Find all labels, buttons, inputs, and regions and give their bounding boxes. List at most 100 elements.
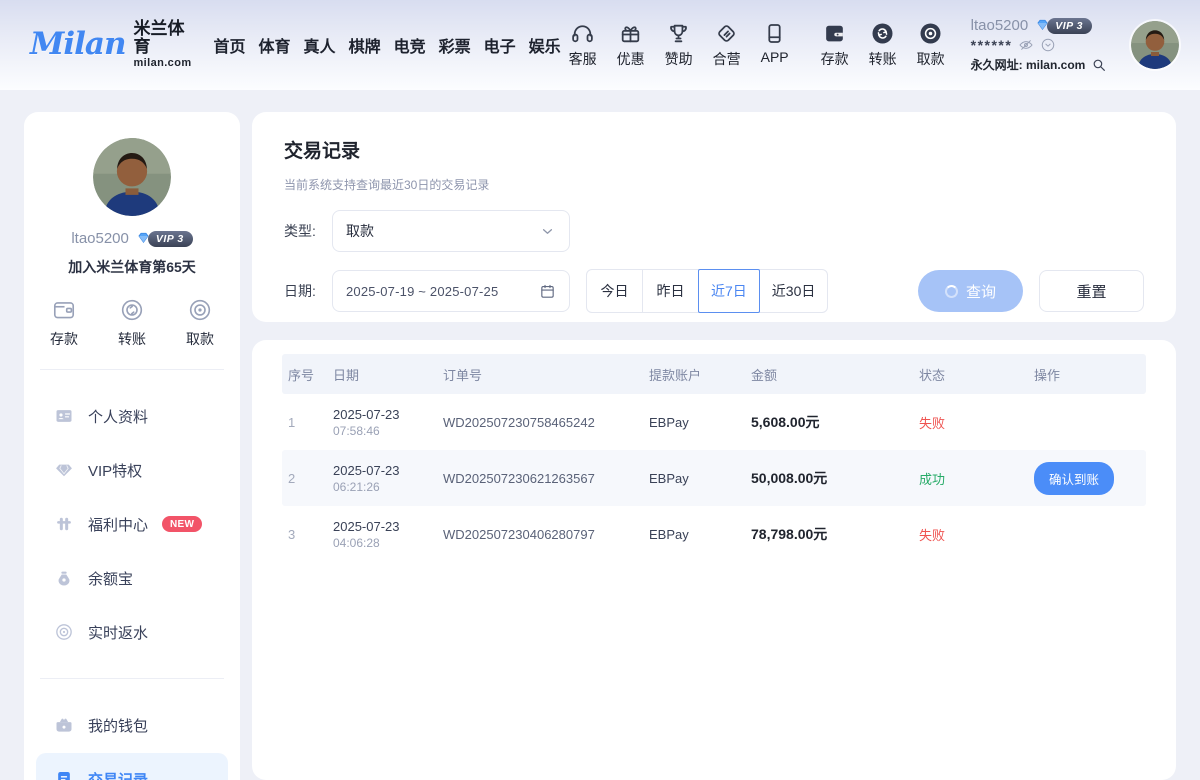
- eye-off-icon[interactable]: [1018, 37, 1034, 53]
- header-quick-links: 客服 优惠 赞助 合营 APP: [561, 21, 797, 69]
- sidebar-item-rebate[interactable]: 实时返水: [36, 606, 228, 658]
- permanent-url: 永久网址: milan.com: [971, 56, 1086, 73]
- sidebar-item-transactions[interactable]: 交易记录: [36, 753, 228, 780]
- nav-entertainment[interactable]: 娱乐: [529, 33, 561, 57]
- cell-status: 失败: [919, 413, 1034, 432]
- refresh-chevron-icon[interactable]: [1040, 37, 1056, 53]
- header-right: 客服 优惠 赞助 合营 APP 存款 转账 取款 ltao5200 VIP 3: [561, 17, 1179, 73]
- filters-card: 交易记录 当前系统支持查询最近30日的交易记录 类型: 取款 日期: 2025-…: [252, 112, 1176, 322]
- quick-date-last30[interactable]: 近30日: [759, 269, 829, 313]
- search-icon[interactable]: [1091, 57, 1107, 73]
- table-header-row: 序号日期订单号提款账户金额状态操作: [282, 354, 1146, 394]
- sidebar: ltao5200 VIP 3 加入米兰体育第65天 存款 转账 取款 个人资料 …: [24, 112, 240, 780]
- type-select-value: 取款: [346, 221, 374, 241]
- new-badge: NEW: [162, 516, 202, 532]
- vip-level-label: VIP 3: [1047, 18, 1092, 34]
- table-body: 1 2025-07-23 07:58:46 WD2025072307584652…: [282, 394, 1146, 562]
- chevron-down-icon: [539, 223, 556, 240]
- main-nav: 首页体育真人棋牌电竞彩票电子娱乐: [214, 33, 561, 57]
- withdraw-dark-icon: [918, 21, 943, 46]
- quick-date-last7[interactable]: 近7日: [698, 269, 760, 313]
- headset-icon: [570, 21, 595, 46]
- trophy-icon: [666, 21, 691, 46]
- filter-actions: 查询 重置: [918, 270, 1144, 312]
- gift-bars-icon: [54, 514, 74, 534]
- header-link-support[interactable]: 客服: [561, 21, 605, 69]
- quick-date-yesterday[interactable]: 昨日: [642, 269, 699, 313]
- logo-cn-name: 米兰体育: [134, 19, 185, 56]
- nav-sports[interactable]: 体育: [259, 33, 291, 57]
- joined-days-text: 加入米兰体育第65天: [24, 257, 240, 277]
- cell-date: 2025-07-23 06:21:26: [333, 463, 443, 494]
- doc-icon: [54, 769, 74, 780]
- cell-index: 2: [288, 471, 333, 486]
- column-header-index: 序号: [288, 365, 333, 384]
- header-link-sponsor[interactable]: 赞助: [657, 21, 701, 69]
- column-header-date: 日期: [333, 365, 443, 384]
- purse-icon: [54, 715, 74, 735]
- sidebar-item-welfare[interactable]: 福利中心 NEW: [36, 498, 228, 550]
- query-button-label: 查询: [966, 281, 996, 302]
- nav-live-casino[interactable]: 真人: [304, 33, 336, 57]
- masked-balance: ******: [971, 37, 1013, 53]
- user-avatar[interactable]: [1131, 21, 1179, 69]
- confirm-arrival-button[interactable]: 确认到账: [1034, 462, 1114, 495]
- cell-date: 2025-07-23 04:06:28: [333, 519, 443, 550]
- sidebar-item-profile[interactable]: 个人资料: [36, 390, 228, 442]
- date-range-input[interactable]: 2025-07-19 ~ 2025-07-25: [332, 270, 570, 312]
- rebate-icon: [54, 622, 74, 642]
- type-filter-row: 类型: 取款: [284, 210, 1144, 252]
- brand-logo[interactable]: Milan 米兰体育 milan.com: [30, 20, 192, 69]
- column-header-action: 操作: [1034, 365, 1140, 384]
- sidebar-action-transfer[interactable]: 转账: [118, 297, 146, 349]
- partner-icon: [714, 21, 739, 46]
- divider: [40, 369, 224, 370]
- nav-esports[interactable]: 电竞: [394, 33, 426, 57]
- column-header-amount: 金额: [751, 365, 919, 384]
- cell-withdraw-account: EBPay: [649, 415, 751, 430]
- header-link-transfer[interactable]: 转账: [861, 21, 905, 69]
- logo-cn-text: 米兰体育 milan.com: [134, 20, 192, 69]
- sidebar-item-vip[interactable]: VIP特权: [36, 444, 228, 496]
- table-row: 2 2025-07-23 06:21:26 WD2025072306212635…: [282, 450, 1146, 506]
- header-link-withdraw[interactable]: 取款: [909, 21, 953, 69]
- header-link-app[interactable]: APP: [753, 21, 797, 69]
- reset-button[interactable]: 重置: [1039, 270, 1144, 312]
- nav-slots[interactable]: 电子: [484, 33, 516, 57]
- query-button[interactable]: 查询: [918, 270, 1023, 312]
- cell-order-number: WD202507230406280797: [443, 527, 649, 542]
- cell-status: 成功: [919, 469, 1034, 488]
- main-column: 交易记录 当前系统支持查询最近30日的交易记录 类型: 取款 日期: 2025-…: [252, 112, 1176, 780]
- date-label: 日期:: [284, 281, 332, 301]
- gem-icon: [54, 460, 74, 480]
- cell-status: 失败: [919, 525, 1034, 544]
- logo-script-text: Milan: [30, 29, 126, 60]
- type-label: 类型:: [284, 221, 332, 241]
- nav-lottery[interactable]: 彩票: [439, 33, 471, 57]
- nav-home[interactable]: 首页: [214, 33, 246, 57]
- type-select[interactable]: 取款: [332, 210, 570, 252]
- transactions-table-card: 序号日期订单号提款账户金额状态操作 1 2025-07-23 07:58:46 …: [252, 340, 1176, 780]
- column-header-order: 订单号: [443, 365, 649, 384]
- sidebar-vip-badge: VIP 3: [135, 230, 193, 247]
- cell-amount: 50,008.00元: [751, 468, 919, 488]
- cell-action: 确认到账: [1034, 462, 1140, 495]
- vip-diamond-icon: [135, 230, 152, 247]
- sidebar-action-deposit[interactable]: 存款: [50, 297, 78, 349]
- cell-order-number: WD202507230621263567: [443, 471, 649, 486]
- cell-order-number: WD202507230758465242: [443, 415, 649, 430]
- sidebar-item-yuebao[interactable]: 余额宝: [36, 552, 228, 604]
- nav-board-games[interactable]: 棋牌: [349, 33, 381, 57]
- sidebar-action-withdraw[interactable]: 取款: [186, 297, 214, 349]
- wallet-line-icon: [51, 297, 77, 323]
- sidebar-avatar[interactable]: [93, 138, 171, 216]
- quick-date-today[interactable]: 今日: [586, 269, 643, 313]
- cell-withdraw-account: EBPay: [649, 471, 751, 486]
- date-filter-row: 日期: 2025-07-19 ~ 2025-07-25 今日昨日近7日近30日 …: [284, 269, 1144, 313]
- header-link-partner[interactable]: 合营: [705, 21, 749, 69]
- header-link-deposit[interactable]: 存款: [813, 21, 857, 69]
- column-header-account: 提款账户: [649, 365, 751, 384]
- sidebar-username: ltao5200: [71, 230, 129, 247]
- header-link-promos[interactable]: 优惠: [609, 21, 653, 69]
- sidebar-item-wallet[interactable]: 我的钱包: [36, 699, 228, 751]
